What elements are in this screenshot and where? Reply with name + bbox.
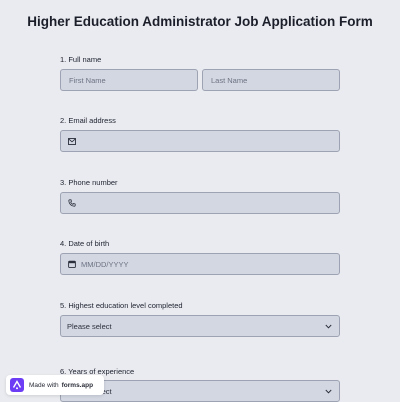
- education-selected-value: Please select: [67, 321, 112, 331]
- chevron-down-icon: [323, 321, 333, 331]
- badge-brand: forms.app: [61, 381, 94, 389]
- phone-label: 3. Phone number: [60, 178, 118, 187]
- last-name-placeholder: Last Name: [211, 75, 248, 85]
- envelope-icon: [67, 136, 77, 146]
- first-name-input[interactable]: First Name: [60, 69, 198, 91]
- phone-input[interactable]: [60, 192, 340, 214]
- last-name-input[interactable]: Last Name: [202, 69, 340, 91]
- dob-label: 4. Date of birth: [60, 239, 110, 248]
- badge-prefix: Made with: [29, 381, 59, 389]
- dob-placeholder: MM/DD/YYYY: [81, 259, 129, 269]
- education-select[interactable]: Please select: [60, 315, 340, 337]
- forms-app-logo-icon: [10, 378, 24, 392]
- full-name-label: 1. Full name: [60, 55, 102, 64]
- education-label: 5. Highest education level completed: [60, 301, 183, 310]
- email-label: 2. Email address: [60, 116, 116, 125]
- email-input[interactable]: [60, 130, 340, 152]
- form-title: Higher Education Administrator Job Appli…: [27, 14, 373, 29]
- made-with-badge[interactable]: Made with forms.app: [6, 375, 104, 395]
- chevron-down-icon: [323, 386, 333, 396]
- first-name-placeholder: First Name: [69, 75, 106, 85]
- dob-input[interactable]: MM/DD/YYYY: [60, 253, 340, 275]
- phone-icon: [67, 198, 77, 208]
- calendar-icon: [67, 259, 77, 269]
